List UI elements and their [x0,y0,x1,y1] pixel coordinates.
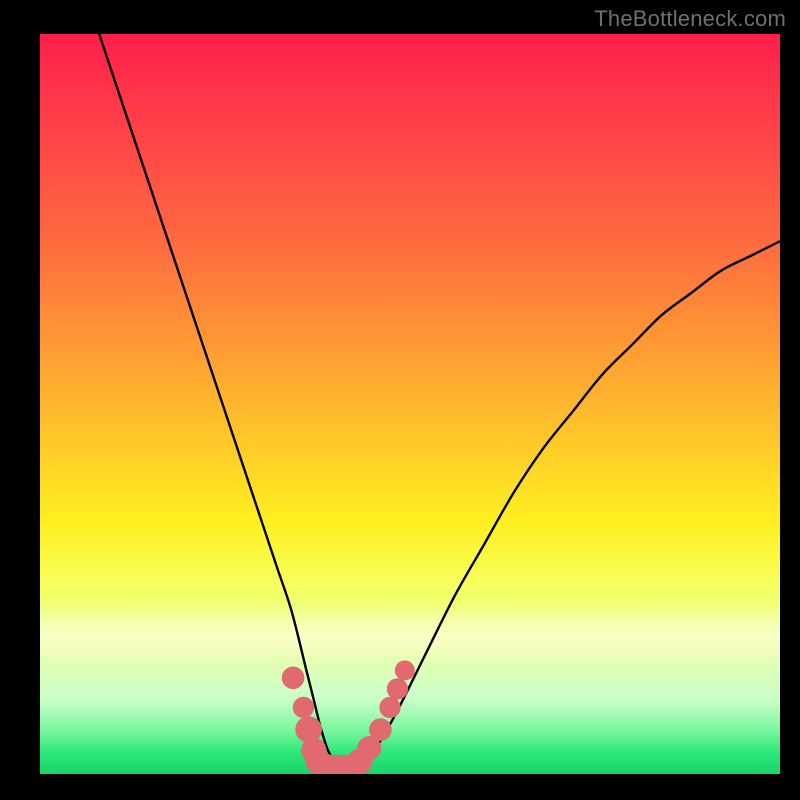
chart-frame: TheBottleneck.com [0,0,800,800]
curve-marker [387,678,408,699]
curve-marker [282,666,305,689]
curve-marker [395,660,415,680]
curve-marker [369,718,392,741]
curve-marker [293,697,314,718]
bottleneck-curve [99,34,780,767]
curve-marker [379,697,400,718]
curve-layer [40,34,780,774]
watermark-text: TheBottleneck.com [594,6,786,32]
